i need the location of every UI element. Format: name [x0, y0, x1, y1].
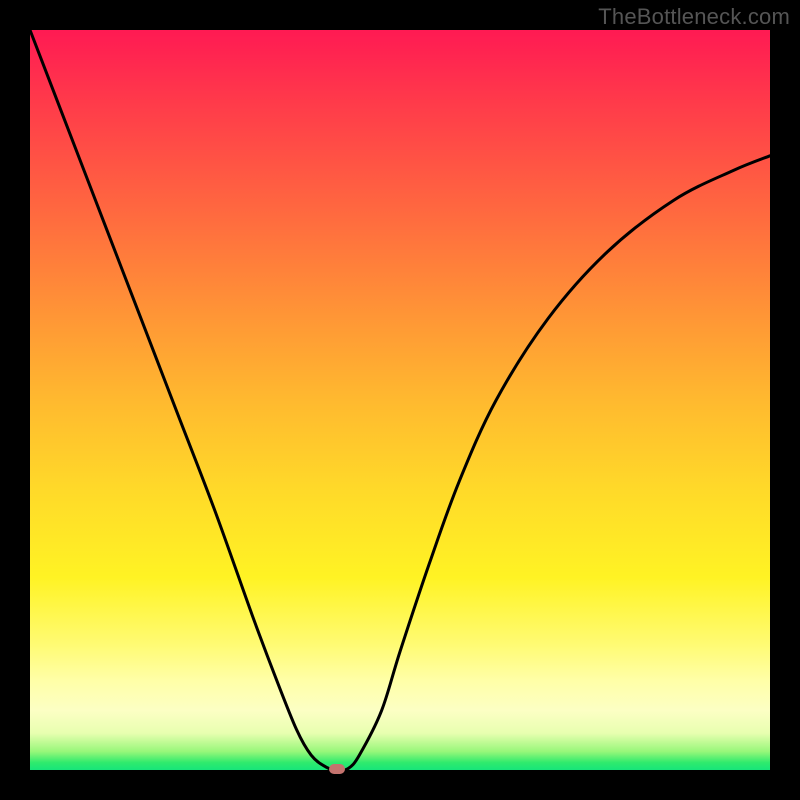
plot-area	[30, 30, 770, 770]
watermark-text: TheBottleneck.com	[598, 4, 790, 30]
minimum-marker	[329, 764, 345, 774]
chart-frame: TheBottleneck.com	[0, 0, 800, 800]
bottleneck-curve	[30, 30, 770, 770]
